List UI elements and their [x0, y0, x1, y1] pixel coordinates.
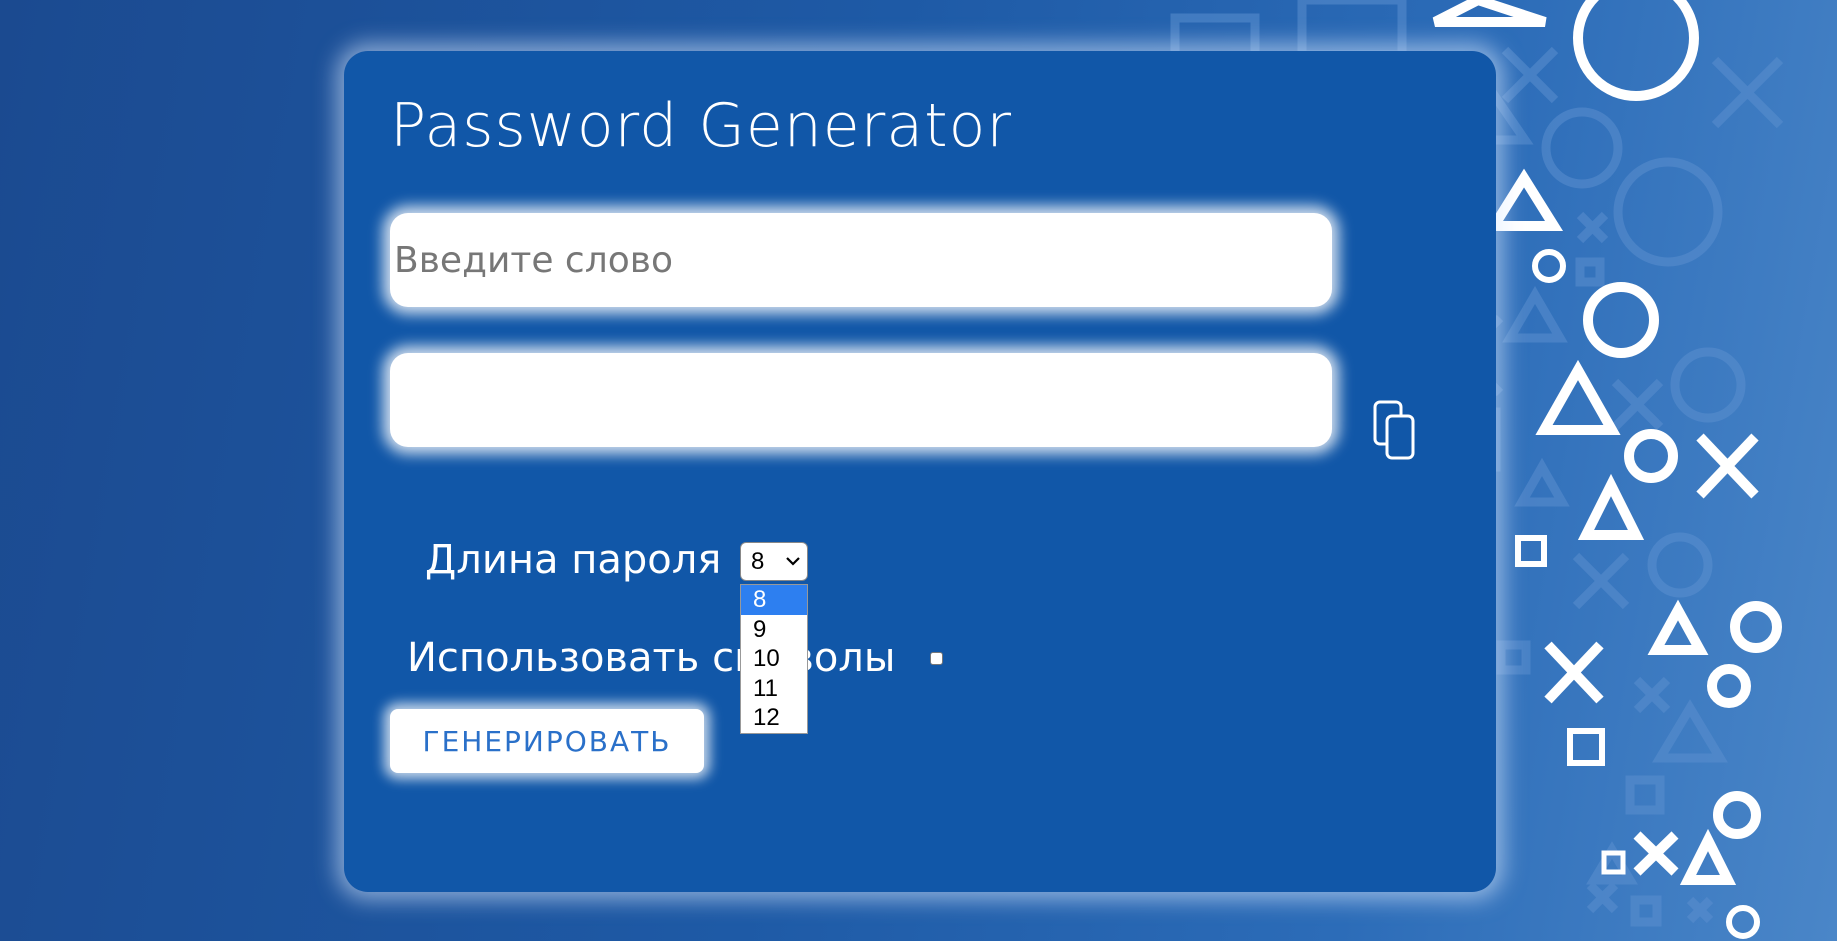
use-symbols-label: Использовать символы: [407, 635, 896, 681]
page-title: Password Generator: [390, 91, 1013, 161]
generate-button[interactable]: ГЕНЕРИРОВАТЬ: [390, 709, 704, 773]
length-option-12[interactable]: 12: [741, 703, 807, 733]
password-length-dropdown: 8 9 10 11 12: [740, 584, 808, 734]
use-symbols-checkbox[interactable]: [930, 652, 943, 665]
length-option-9[interactable]: 9: [741, 615, 807, 645]
password-length-label: Длина пароля: [425, 537, 722, 583]
copy-button[interactable]: [1372, 399, 1418, 461]
word-input[interactable]: [390, 213, 1332, 307]
password-generator-card: Password Generator Длина пароля 8 8 9 10…: [344, 51, 1496, 892]
length-option-11[interactable]: 11: [741, 674, 807, 704]
password-length-select[interactable]: 8: [740, 542, 808, 581]
length-option-8[interactable]: 8: [741, 585, 807, 615]
length-option-10[interactable]: 10: [741, 644, 807, 674]
password-output-field[interactable]: [390, 353, 1332, 447]
copy-icon: [1373, 400, 1415, 460]
password-length-value: 8: [751, 548, 765, 575]
chevron-down-icon: [786, 557, 800, 566]
